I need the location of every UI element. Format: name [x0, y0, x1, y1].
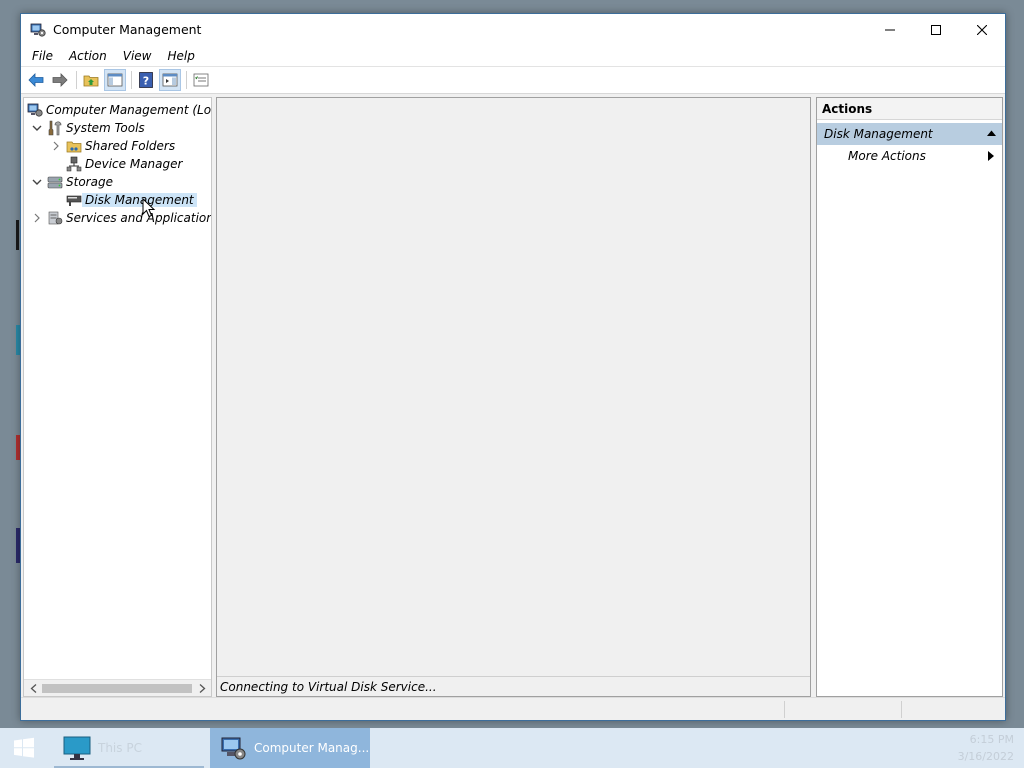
device-manager-icon [66, 156, 82, 172]
actions-pane: Actions Disk Management More Actions [816, 97, 1003, 697]
back-button[interactable] [25, 69, 47, 91]
status-bar-divider [901, 701, 902, 718]
storage-icon [47, 176, 63, 189]
menu-help[interactable]: Help [160, 49, 203, 63]
expand-storage-toggle[interactable] [31, 176, 43, 188]
this-pc-icon [63, 736, 91, 760]
menu-file[interactable]: File [24, 49, 61, 63]
svg-text:?: ? [143, 75, 149, 88]
taskbar-item-computer-management[interactable]: Computer Manag... [210, 728, 370, 768]
properties-icon [193, 73, 209, 87]
more-actions-label: More Actions [848, 149, 926, 163]
minimize-icon [885, 29, 895, 30]
tree-item-device-manager[interactable]: Device Manager [66, 155, 182, 173]
actions-section-label: Disk Management [824, 127, 933, 141]
help-icon: ? [139, 72, 153, 88]
windows-logo-icon [14, 737, 34, 758]
computer-management-icon [30, 23, 46, 37]
more-actions-item[interactable]: More Actions [817, 145, 1002, 167]
scrollbar-thumb[interactable] [42, 684, 192, 693]
close-icon [977, 24, 987, 35]
chevron-right-icon [34, 213, 40, 223]
title-bar[interactable]: Computer Management [21, 14, 1005, 45]
show-hide-console-tree-button[interactable] [104, 69, 126, 91]
tree-item-shared-folders[interactable]: Shared Folders [66, 137, 175, 155]
menu-bar: File Action View Help [21, 45, 1005, 66]
menu-view[interactable]: View [115, 49, 160, 63]
chevron-left-icon [30, 684, 36, 693]
computer-management-icon [221, 737, 246, 760]
system-clock[interactable]: 6:15 PM 3/16/2022 [958, 731, 1014, 765]
taskbar-item-this-pc[interactable]: This PC [54, 728, 204, 768]
tree-item-system-tools[interactable]: System Tools [47, 119, 145, 137]
submenu-arrow-icon [988, 151, 994, 161]
show-hide-console-tree-icon [107, 73, 123, 87]
shared-folder-icon [66, 141, 82, 153]
computer-management-icon [27, 103, 43, 117]
tree-label: Computer Management (Local) [46, 103, 212, 117]
taskbar-item-label: This PC [98, 741, 142, 755]
close-button[interactable] [959, 14, 1005, 45]
scroll-right-button[interactable] [195, 682, 209, 695]
status-bar-divider [784, 701, 785, 718]
window-controls [867, 14, 1005, 45]
status-bar [21, 697, 1005, 720]
toolbar-separator [186, 71, 187, 89]
result-pane-status: Connecting to Virtual Disk Service... [217, 676, 810, 696]
toolbar: ? [21, 66, 1005, 94]
back-icon [28, 73, 44, 87]
tree-item-storage[interactable]: Storage [47, 173, 113, 191]
actions-section-disk-management[interactable]: Disk Management [817, 123, 1002, 145]
expand-services-applications-toggle[interactable] [31, 212, 43, 224]
expand-system-tools-toggle[interactable] [31, 122, 43, 134]
tree-label: Shared Folders [85, 139, 176, 153]
services-applications-icon [48, 211, 63, 225]
tree-horizontal-scrollbar[interactable] [24, 679, 211, 696]
start-button[interactable] [0, 728, 48, 768]
clock-date: 3/16/2022 [957, 750, 1014, 763]
console-tree-pane: Computer Management (Local) System Tools… [23, 97, 212, 697]
mouse-pointer-icon [142, 198, 156, 218]
toolbar-separator [131, 71, 132, 89]
scroll-left-button[interactable] [26, 682, 40, 695]
menu-action[interactable]: Action [61, 49, 115, 63]
tree-item-root[interactable]: Computer Management (Local) [27, 101, 212, 119]
properties-button[interactable] [190, 69, 212, 91]
result-pane: Connecting to Virtual Disk Service... [216, 97, 811, 697]
actions-header: Actions [817, 98, 1002, 120]
toolbar-separator [76, 71, 77, 89]
tools-icon [48, 120, 62, 136]
tree-label: Storage [66, 175, 113, 189]
taskbar-item-label: Computer Manag... [254, 741, 370, 755]
expand-shared-folders-toggle[interactable] [50, 140, 62, 152]
computer-management-window: Computer Management File Action View Hel… [20, 13, 1006, 721]
tree-label: System Tools [66, 121, 145, 135]
maximize-button[interactable] [913, 14, 959, 45]
tree-label: Disk Management [82, 193, 197, 207]
chevron-right-icon [53, 141, 59, 151]
maximize-icon [931, 24, 941, 35]
tree-label: Device Manager [85, 157, 183, 171]
help-button[interactable]: ? [135, 69, 157, 91]
minimize-button[interactable] [867, 14, 913, 45]
chevron-down-icon [32, 179, 42, 185]
tree-item-disk-management[interactable]: Disk Management [66, 191, 197, 209]
collapse-up-icon [987, 130, 996, 136]
tree-item-services-applications[interactable]: Services and Applications [47, 209, 212, 227]
forward-button[interactable] [49, 69, 71, 91]
tree-label: Services and Applications [66, 211, 212, 225]
up-one-level-button[interactable] [80, 69, 102, 91]
show-hide-action-pane-button[interactable] [159, 69, 181, 91]
forward-icon [52, 73, 68, 87]
clock-time: 6:15 PM [969, 733, 1014, 746]
chevron-down-icon [32, 125, 42, 131]
desktop-icon-fragment [16, 220, 19, 250]
window-title: Computer Management [53, 22, 202, 37]
up-folder-icon [83, 75, 99, 87]
chevron-right-icon [199, 684, 205, 693]
taskbar: This PC Computer Manag... 6:15 PM 3/16/2… [0, 728, 1024, 768]
show-hide-action-pane-icon [162, 73, 178, 87]
disk-management-icon [66, 195, 82, 206]
